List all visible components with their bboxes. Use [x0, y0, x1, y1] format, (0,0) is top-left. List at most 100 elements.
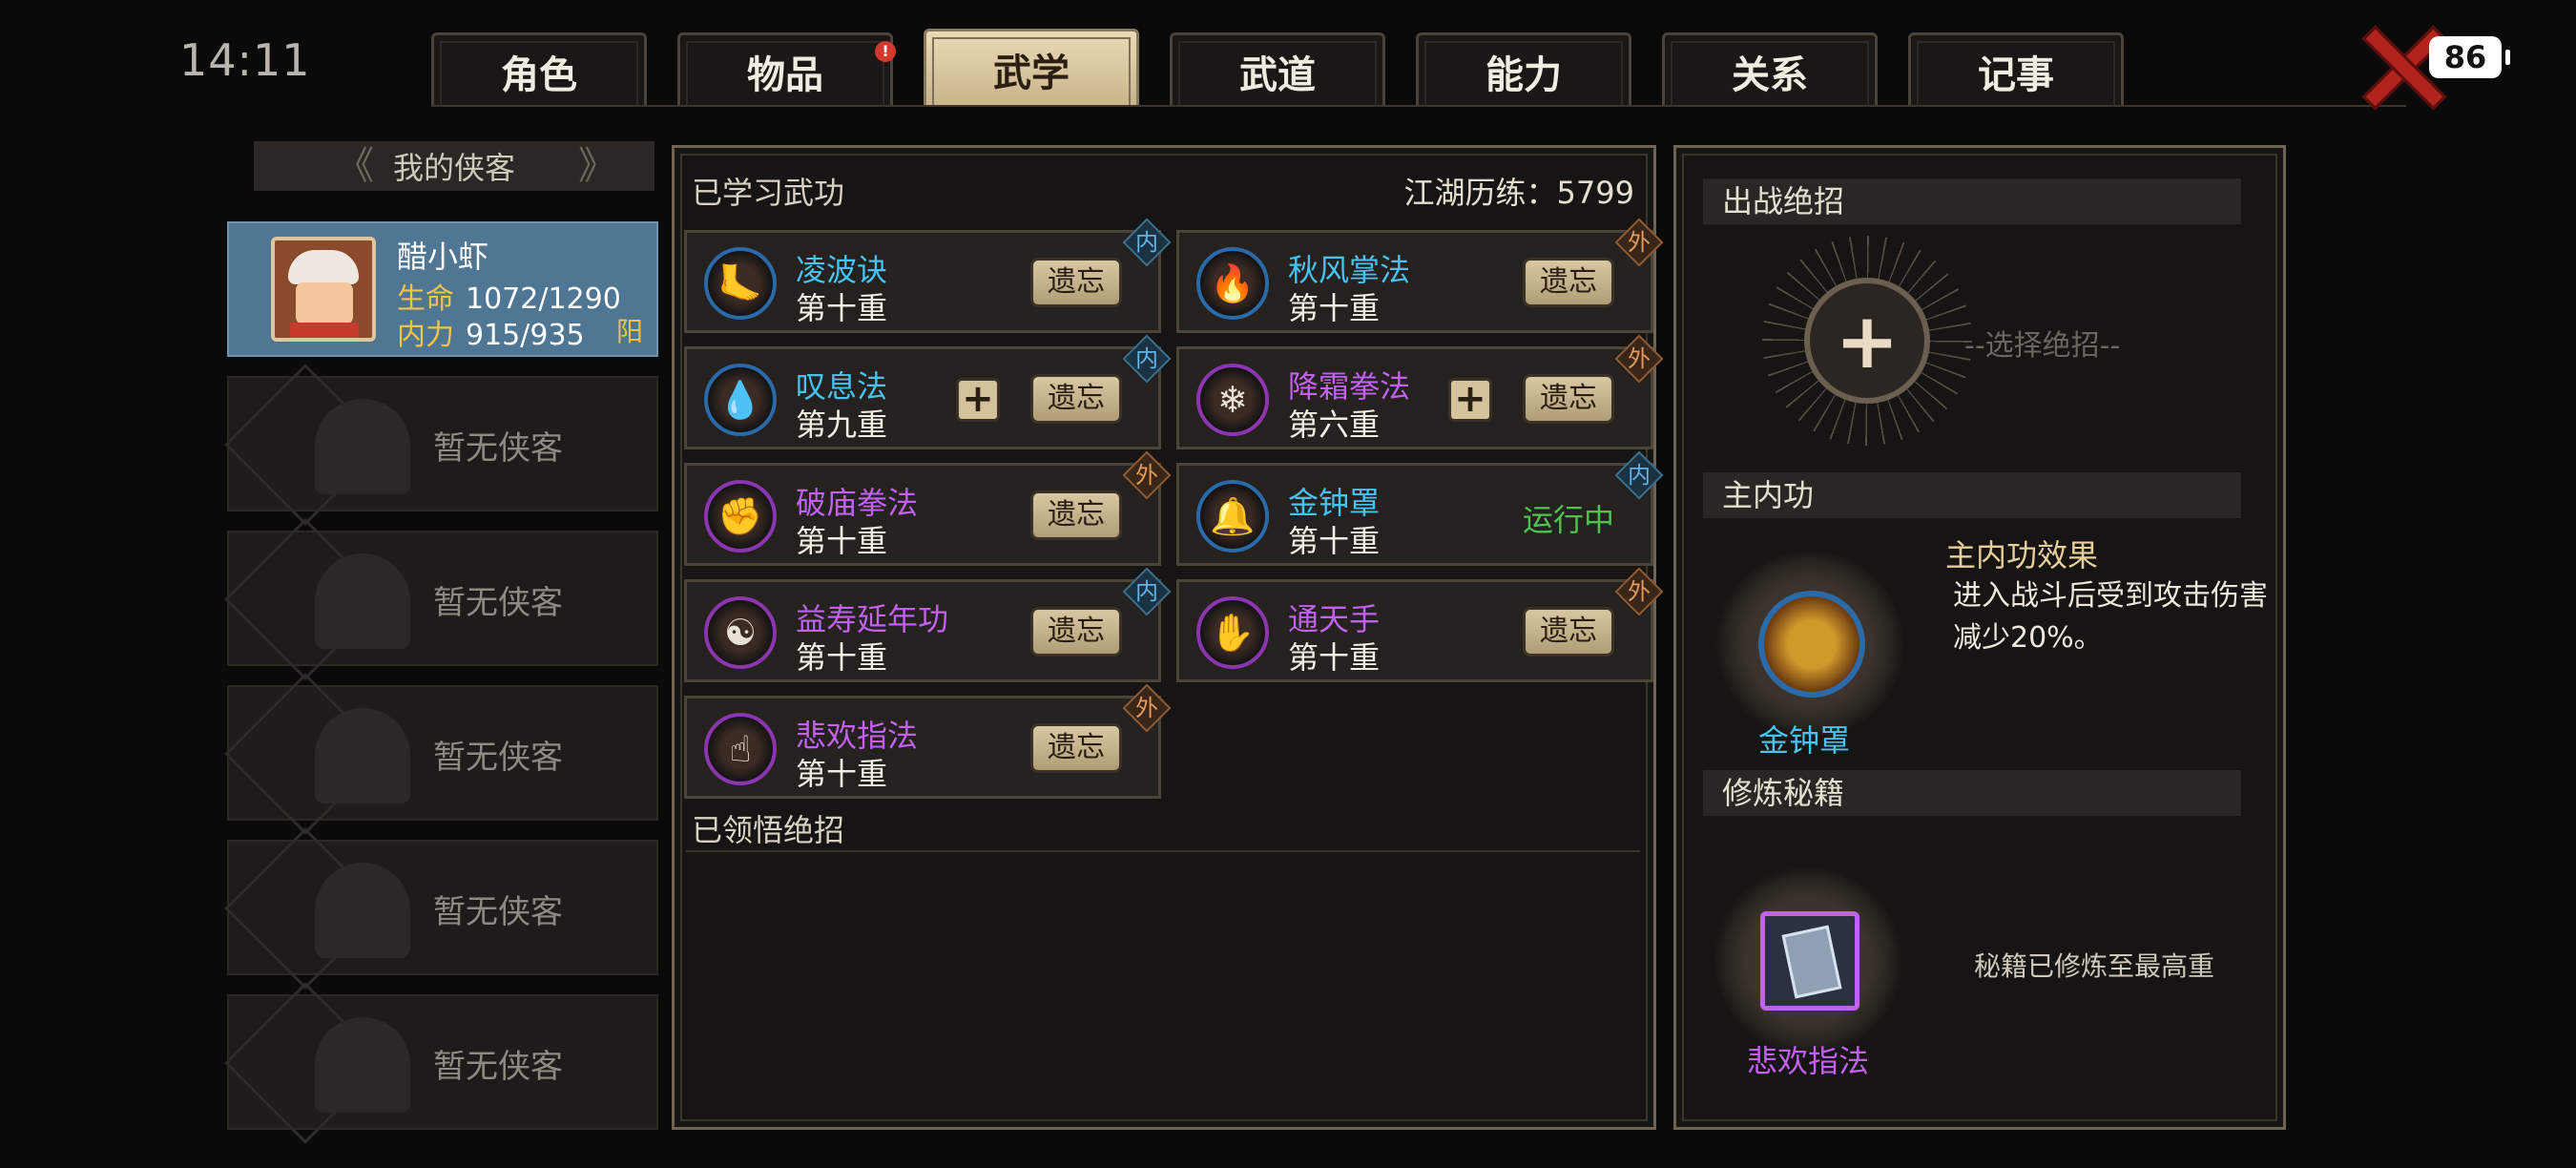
skill-level: 第十重 — [1288, 639, 1381, 676]
hero-slot-empty[interactable]: 暂无侠客 — [224, 673, 658, 835]
panel-title: 我的侠客 — [392, 150, 515, 186]
hero-name: 醋小虾 — [397, 239, 489, 275]
outer-type-badge: 外 — [1614, 334, 1664, 384]
battery-indicator: 86 — [2429, 36, 2510, 78]
manual-status: 秘籍已修炼至最高重 — [1974, 950, 2215, 982]
skill-card[interactable]: ✊ 破庙拳法 第十重 遗忘 外 — [684, 450, 1172, 566]
running-status: 运行中 — [1523, 502, 1615, 538]
outer-type-badge: 外 — [1614, 218, 1664, 267]
outer-type-badge: 外 — [1122, 683, 1172, 733]
golden-bell-icon: 🔔 — [1196, 480, 1269, 553]
tab-martial-path[interactable]: 武道 — [1170, 32, 1385, 107]
silhouette-icon — [315, 553, 410, 649]
silhouette-icon — [315, 863, 410, 958]
tab-divider — [431, 105, 2406, 107]
empty-slot-label: 暂无侠客 — [433, 1048, 563, 1086]
forget-button[interactable]: 遗忘 — [1030, 374, 1122, 424]
silhouette-icon — [315, 1017, 410, 1113]
add-ultimate-plus-icon[interactable]: + — [1804, 278, 1930, 404]
avatar — [271, 237, 376, 342]
forget-button[interactable]: 遗忘 — [1030, 258, 1122, 307]
type-label: 外 — [1628, 229, 1651, 256]
tab-abilities[interactable]: 能力 — [1416, 32, 1631, 107]
tab-relations[interactable]: 关系 — [1662, 32, 1878, 107]
chevron-right-icon: 》 — [578, 144, 616, 188]
hero-mp: 内力 915/935 — [397, 311, 585, 353]
forget-button[interactable]: 遗忘 — [1523, 607, 1614, 657]
skill-card[interactable]: ❄ 降霜拳法 第六重 + 遗忘 外 — [1176, 334, 1664, 449]
fist-icon: ✊ — [704, 480, 777, 553]
upgrade-plus-button[interactable]: + — [1448, 378, 1492, 422]
manual-name: 悲欢指法 — [1747, 1043, 1870, 1079]
skill-card[interactable]: ☝ 悲欢指法 第十重 遗忘 外 — [684, 683, 1172, 799]
tab-label: 物品 — [747, 52, 823, 97]
choose-ultimate-hint[interactable]: --选择绝招-- — [1964, 322, 2120, 364]
tab-character[interactable]: 角色 — [431, 32, 647, 107]
inner-type-badge: 内 — [1122, 218, 1172, 267]
skill-level: 第十重 — [1288, 523, 1381, 559]
golden-bell-icon[interactable] — [1758, 591, 1865, 698]
main-inner-name: 金钟罩 — [1758, 722, 1851, 759]
notification-badge: ! — [875, 41, 896, 62]
skill-card[interactable]: 🔔 金钟罩 第十重 运行中 内 — [1176, 450, 1664, 566]
mp-label: 内力 — [397, 319, 454, 352]
tab-journal[interactable]: 记事 — [1908, 32, 2124, 107]
right-panel: 出战绝招 + --选择绝招-- 主内功 金钟罩 主内功效果 进入战斗后受到攻击伤… — [1673, 145, 2286, 1130]
book-icon[interactable] — [1760, 911, 1859, 1011]
section-divider — [686, 850, 1640, 852]
hero-attribute: 阳 — [615, 316, 643, 347]
skill-level: 第十重 — [796, 756, 888, 792]
forget-button[interactable]: 遗忘 — [1030, 490, 1122, 540]
skill-card[interactable]: 🔥 秋风掌法 第十重 遗忘 外 — [1176, 218, 1664, 333]
spirit-icon: ☯ — [704, 596, 777, 669]
effect-title: 主内功效果 — [1945, 537, 2099, 574]
hero-slot-empty[interactable]: 暂无侠客 — [224, 827, 658, 990]
type-label: 外 — [1628, 345, 1651, 372]
forget-button[interactable]: 遗忘 — [1030, 607, 1122, 657]
tab-items[interactable]: 物品! — [677, 32, 896, 107]
forget-button[interactable]: 遗忘 — [1523, 374, 1614, 424]
skill-card[interactable]: ☯ 益寿延年功 第十重 遗忘 内 — [684, 567, 1172, 682]
skill-level: 第十重 — [796, 290, 888, 326]
inner-type-badge: 内 — [1122, 567, 1172, 616]
heaven-hand-icon: ✋ — [1196, 596, 1269, 669]
silhouette-icon — [315, 399, 410, 494]
inner-type-badge: 内 — [1122, 334, 1172, 384]
outer-type-badge: 外 — [1614, 567, 1664, 616]
type-label: 内 — [1135, 345, 1158, 372]
hero-slot-empty[interactable]: 暂无侠客 — [224, 518, 658, 680]
finger-strike-icon: ☝ — [704, 713, 777, 785]
learned-skills-panel: 已学习武功 江湖历练：5799 🦶 凌波诀 第十重 遗忘 内 🔥 秋风掌法 第十… — [672, 145, 1664, 1130]
effect-text: 进入战斗后受到攻击伤害减少20%。 — [1953, 579, 2268, 655]
empty-slot-label: 暂无侠客 — [433, 584, 563, 622]
hero-slot-empty[interactable]: 暂无侠客 — [224, 364, 658, 526]
tab-label: 角色 — [501, 52, 577, 97]
status-time: 14:11 — [179, 34, 311, 86]
tab-label: 能力 — [1485, 52, 1562, 97]
main-inner-header: 主内功 — [1703, 472, 2241, 518]
forget-button[interactable]: 遗忘 — [1523, 258, 1614, 307]
skill-card[interactable]: 💧 叹息法 第九重 + 遗忘 内 — [684, 334, 1172, 449]
tab-label: 武学 — [993, 51, 1070, 95]
skill-card[interactable]: ✋ 通天手 第十重 遗忘 外 — [1176, 567, 1664, 682]
learned-title: 已学习武功 — [692, 175, 845, 211]
hero-card-selected[interactable]: 醋小虾 生命 1072/1290 内力 915/935 阳 — [227, 221, 658, 357]
upgrade-plus-button[interactable]: + — [956, 378, 1000, 422]
skill-level: 第十重 — [1288, 290, 1381, 326]
type-label: 外 — [1135, 462, 1158, 489]
battle-ultimate-header: 出战绝招 — [1703, 178, 2241, 224]
hero-slot-empty[interactable]: 暂无侠客 — [224, 982, 658, 1144]
empty-slot-label: 暂无侠客 — [433, 893, 563, 931]
forget-button[interactable]: 遗忘 — [1030, 723, 1122, 773]
tab-martial-arts[interactable]: 武学 — [924, 29, 1139, 107]
chevron-left-icon: 《 — [336, 144, 374, 188]
tab-label: 记事 — [1978, 52, 2054, 97]
tab-label: 关系 — [1732, 52, 1808, 97]
type-label: 内 — [1135, 229, 1158, 256]
experience-label: 江湖历练：5799 — [1403, 175, 1634, 211]
type-label: 外 — [1135, 695, 1158, 721]
type-label: 内 — [1135, 578, 1158, 605]
skill-card[interactable]: 🦶 凌波诀 第十重 遗忘 内 — [684, 218, 1172, 333]
empty-slot-label: 暂无侠客 — [433, 739, 563, 777]
skill-level: 第六重 — [1288, 407, 1381, 443]
